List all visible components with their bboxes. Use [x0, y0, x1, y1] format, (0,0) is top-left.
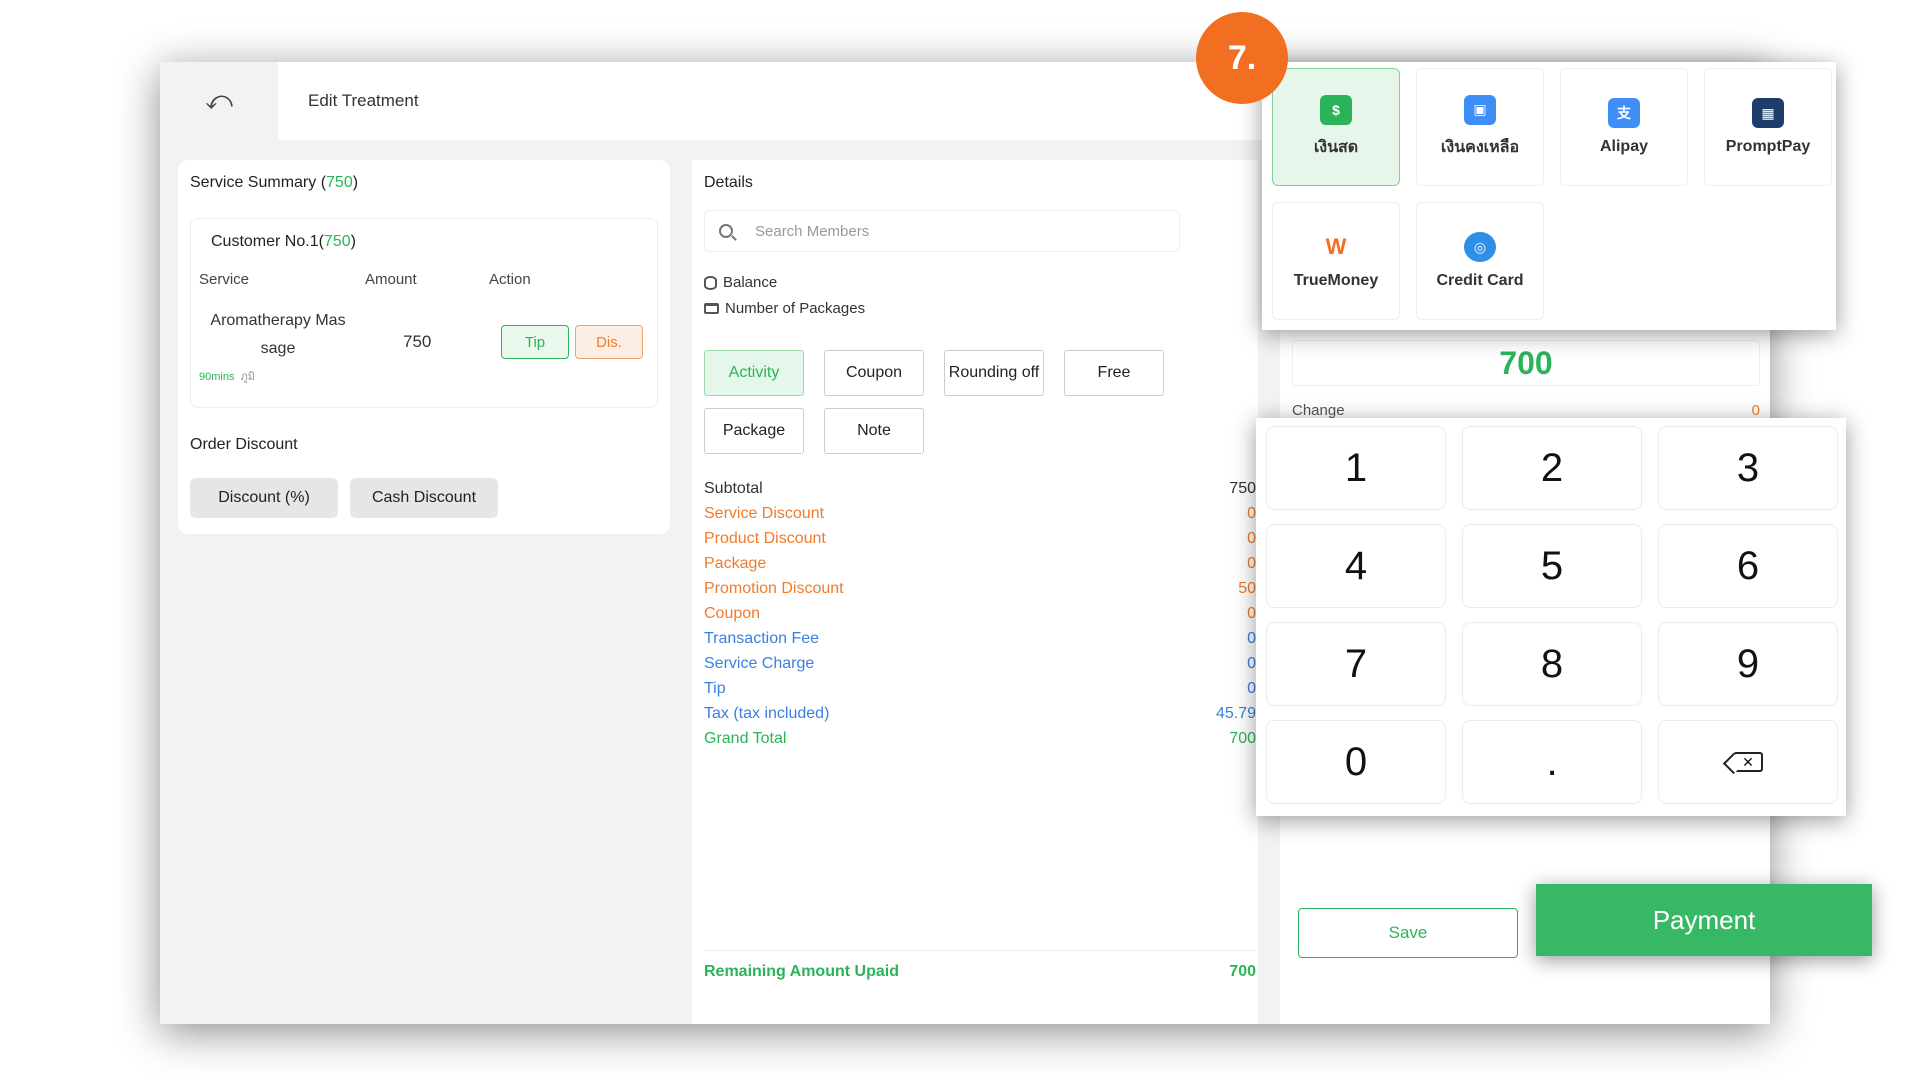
tag-activity[interactable]: Activity	[704, 350, 804, 396]
cash-discount-button[interactable]: Cash Discount	[350, 478, 498, 518]
key-4[interactable]: 4	[1266, 524, 1446, 608]
summary-row-package: Package 0	[704, 555, 1256, 572]
key-2[interactable]: 2	[1462, 426, 1642, 510]
payment-method-promptpay[interactable]: ▦ PromptPay	[1704, 68, 1832, 186]
search-icon	[719, 224, 733, 238]
tag-free[interactable]: Free	[1064, 350, 1164, 396]
service-summary-title: Service Summary (750)	[190, 174, 359, 191]
discount-percent-button[interactable]: Discount (%)	[190, 478, 338, 518]
cash-icon: $	[1320, 94, 1352, 125]
service-summary-total: 750	[326, 174, 353, 191]
tag-note[interactable]: Note	[824, 408, 924, 454]
customer-box: Customer No.1(750) Service Amount Action…	[190, 218, 658, 408]
key-backspace[interactable]: ✕	[1658, 720, 1838, 804]
service-meta: 90mins ภูมิ	[199, 367, 255, 385]
page-title: Edit Treatment	[308, 91, 419, 110]
alipay-icon: 支	[1608, 98, 1640, 128]
key-1[interactable]: 1	[1266, 426, 1446, 510]
key-decimal[interactable]: .	[1462, 720, 1642, 804]
summary-row-promotion-discount: Promotion Discount 50	[704, 580, 1256, 597]
summary-row-grand-total: Grand Total 700	[704, 730, 1256, 747]
summary-row-service-discount: Service Discount 0	[704, 505, 1256, 522]
service-summary-card: Service Summary (750) Customer No.1(750)…	[178, 160, 670, 534]
tag-rounding-off[interactable]: Rounding off	[944, 350, 1044, 396]
service-duration: 90mins	[199, 371, 235, 383]
service-amount: 750	[403, 332, 432, 351]
search-placeholder: Search Members	[755, 222, 870, 240]
numeric-keypad: 1 2 3 4 5 6 7 8 9 0 . ✕	[1256, 418, 1846, 816]
credit-card-icon: ◎	[1464, 232, 1496, 262]
key-8[interactable]: 8	[1462, 622, 1642, 706]
balance-row: Balance	[704, 274, 777, 291]
summary-row-service-charge: Service Charge 0	[704, 655, 1256, 672]
summary-row-tax: Tax (tax included) 45.79	[704, 705, 1256, 722]
payment-button[interactable]: Payment	[1536, 884, 1872, 956]
details-panel: Details Search Members Balance Number of…	[692, 160, 1258, 1024]
summary-row-coupon: Coupon 0	[704, 605, 1256, 622]
payment-method-cash[interactable]: $ เงินสด	[1272, 68, 1400, 186]
summary-row-transaction-fee: Transaction Fee 0	[704, 630, 1256, 647]
key-0[interactable]: 0	[1266, 720, 1446, 804]
service-name: Aromatherapy Mas sage	[210, 312, 346, 357]
order-discount-title: Order Discount	[190, 436, 298, 453]
card-icon	[704, 303, 719, 314]
truemoney-icon: W	[1325, 234, 1347, 259]
key-5[interactable]: 5	[1462, 524, 1642, 608]
remaining-amount-row: Remaining Amount Upaid 700	[704, 950, 1256, 981]
backspace-icon: ✕	[1733, 752, 1763, 772]
payment-methods-popup: $ เงินสด ▣ เงินคงเหลือ 支 Alipay ▦ Prompt…	[1262, 62, 1836, 330]
wallet-icon: ▣	[1464, 94, 1496, 125]
key-9[interactable]: 9	[1658, 622, 1838, 706]
change-row: Change 0	[1292, 402, 1760, 419]
payment-method-alipay[interactable]: 支 Alipay	[1560, 68, 1688, 186]
summary-row-subtotal: Subtotal 750	[704, 480, 1256, 497]
key-3[interactable]: 3	[1658, 426, 1838, 510]
save-button[interactable]: Save	[1298, 908, 1518, 958]
search-members-input[interactable]: Search Members	[704, 210, 1180, 252]
tip-button[interactable]: Tip	[501, 325, 569, 359]
tag-package[interactable]: Package	[704, 408, 804, 454]
back-button[interactable]: ⤺	[160, 62, 278, 140]
packages-row: Number of Packages	[704, 300, 865, 317]
details-title: Details	[704, 174, 753, 191]
undo-icon: ⤺	[205, 85, 233, 115]
summary-row-product-discount: Product Discount 0	[704, 530, 1256, 547]
step-badge: 7.	[1196, 12, 1288, 104]
tag-coupon[interactable]: Coupon	[824, 350, 924, 396]
col-amount: Amount	[365, 271, 417, 288]
service-staff: ภูมิ	[240, 371, 255, 383]
col-service: Service	[199, 271, 250, 288]
key-6[interactable]: 6	[1658, 524, 1838, 608]
summary-row-tip: Tip 0	[704, 680, 1256, 697]
col-action: Action	[489, 271, 531, 288]
payment-method-credit-card[interactable]: ◎ Credit Card	[1416, 202, 1544, 320]
customer-title: Customer No.1(750)	[211, 233, 356, 250]
promptpay-icon: ▦	[1752, 98, 1784, 128]
payment-method-truemoney[interactable]: W TrueMoney	[1272, 202, 1400, 320]
database-icon	[704, 275, 717, 290]
payment-amount-input[interactable]: 700	[1292, 340, 1760, 386]
payment-method-balance[interactable]: ▣ เงินคงเหลือ	[1416, 68, 1544, 186]
key-7[interactable]: 7	[1266, 622, 1446, 706]
discount-button[interactable]: Dis.	[575, 325, 643, 359]
